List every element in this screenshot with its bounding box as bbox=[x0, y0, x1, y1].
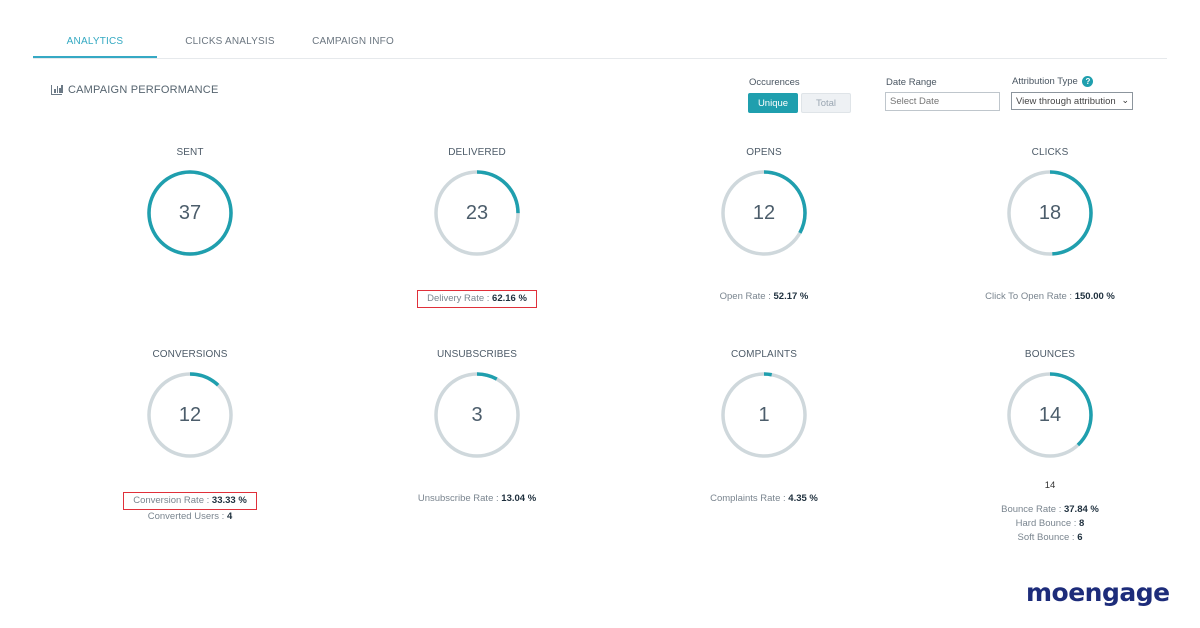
attribution-type-text: Attribution Type bbox=[1012, 76, 1078, 88]
metric-value: 12 bbox=[178, 404, 202, 426]
metric-stat: Unsubscribe Rate : 13.04 % bbox=[357, 492, 597, 506]
metric-title: COMPLAINTS bbox=[730, 349, 797, 360]
metric-value: 23 bbox=[465, 202, 489, 224]
metric-complaints: COMPLAINTS 1 Complaints Rate : 4.35 % bbox=[644, 349, 884, 506]
stat-label: Unsubscribe Rate : bbox=[417, 493, 502, 504]
metric-title: UNSUBSCRIBES bbox=[436, 349, 518, 360]
section-title-text: CAMPAIGN PERFORMANCE bbox=[68, 84, 219, 96]
stat-label: Conversion Rate : bbox=[133, 495, 212, 506]
metric-stat: Complaints Rate : 4.35 % bbox=[644, 492, 884, 506]
stat-value: 13.04 % bbox=[501, 493, 537, 504]
metric-stat: Soft Bounce : 6 bbox=[930, 531, 1170, 545]
chevron-down-icon: ⌄ bbox=[1121, 95, 1129, 106]
metric-stat: Bounce Rate : 37.84 % bbox=[930, 503, 1170, 517]
tab-campaign-info[interactable]: CAMPAIGN INFO bbox=[303, 36, 403, 47]
date-range-label: Date Range bbox=[886, 77, 937, 88]
stat-label: Complaints Rate : bbox=[710, 493, 789, 504]
total-button[interactable]: Total bbox=[801, 93, 851, 113]
highlight-box: Delivery Rate : 62.16 % bbox=[417, 290, 537, 308]
bar-chart-icon bbox=[51, 85, 63, 95]
attribution-type-label: Attribution Type ? bbox=[1012, 76, 1094, 88]
progress-ring: 14 bbox=[1006, 371, 1094, 459]
metric-stat: Delivery Rate : 62.16 % bbox=[357, 290, 597, 308]
stat-label: Hard Bounce : bbox=[1015, 518, 1080, 529]
metric-stat: Converted Users : 4 bbox=[70, 510, 310, 524]
tab-clicks-analysis[interactable]: CLICKS ANALYSIS bbox=[175, 36, 285, 47]
metric-value: 1 bbox=[758, 404, 770, 426]
metric-stat: Click To Open Rate : 150.00 % bbox=[930, 290, 1170, 304]
stat-label: Soft Bounce : bbox=[1017, 532, 1078, 543]
attribution-type-value: View through attribution bbox=[1016, 95, 1116, 107]
bounce-count: 14 bbox=[1044, 480, 1056, 491]
metric-sent: SENT 37 bbox=[70, 147, 310, 257]
stat-value: 8 bbox=[1079, 518, 1085, 529]
metric-stat: Hard Bounce : 8 bbox=[930, 517, 1170, 531]
active-tab-indicator bbox=[33, 56, 157, 58]
stat-label: Delivery Rate : bbox=[427, 293, 493, 304]
metric-value: 12 bbox=[752, 202, 776, 224]
highlight-box: Conversion Rate : 33.33 % bbox=[123, 492, 257, 510]
progress-ring: 23 bbox=[433, 169, 521, 257]
occurences-label: Occurences bbox=[749, 77, 800, 88]
metric-title: SENT bbox=[176, 147, 204, 158]
metric-stat: Conversion Rate : 33.33 % bbox=[70, 492, 310, 510]
stat-value: 4 bbox=[226, 511, 233, 522]
metric-title: DELIVERED bbox=[448, 147, 506, 158]
stat-value: 62.16 % bbox=[492, 293, 527, 304]
stat-value: 37.84 % bbox=[1063, 504, 1099, 515]
progress-ring: 12 bbox=[146, 371, 234, 459]
metric-value: 37 bbox=[178, 202, 202, 224]
help-icon[interactable]: ? bbox=[1082, 76, 1094, 87]
metric-value: 14 bbox=[1038, 404, 1062, 426]
stat-value: 4.35 % bbox=[788, 493, 818, 504]
section-title: CAMPAIGN PERFORMANCE bbox=[51, 84, 218, 96]
stat-label: Converted Users : bbox=[147, 511, 227, 522]
metric-title: CLICKS bbox=[1031, 147, 1069, 158]
metric-conversions: CONVERSIONS 12 Conversion Rate : 33.33 % Co… bbox=[70, 349, 310, 524]
stat-label: Open Rate : bbox=[719, 291, 774, 302]
date-range-input[interactable] bbox=[885, 92, 1000, 111]
progress-ring: 37 bbox=[146, 169, 234, 257]
metric-value: 18 bbox=[1038, 202, 1062, 224]
moengage-logo: moengage bbox=[1026, 578, 1170, 607]
unique-button[interactable]: Unique bbox=[748, 93, 798, 113]
progress-ring: 18 bbox=[1006, 169, 1094, 257]
metric-value: 3 bbox=[471, 404, 483, 426]
metric-bounces: BOUNCES 14 14 Bounce Rate : 37.84 % Hard Bou… bbox=[930, 349, 1170, 545]
metric-title: OPENS bbox=[746, 147, 782, 158]
progress-ring: 3 bbox=[433, 371, 521, 459]
metric-clicks: CLICKS 18 Click To Open Rate : 150.00 % bbox=[930, 147, 1170, 304]
metric-unsubscribes: UNSUBSCRIBES 3 Unsubscribe Rate : 13.04 % bbox=[357, 349, 597, 506]
metric-title: BOUNCES bbox=[1024, 349, 1076, 360]
stat-value: 52.17 % bbox=[773, 291, 809, 302]
metric-stat: Open Rate : 52.17 % bbox=[644, 290, 884, 304]
stat-value: 6 bbox=[1077, 532, 1083, 543]
attribution-type-select[interactable]: View through attribution ⌄ bbox=[1011, 92, 1133, 110]
tab-analytics[interactable]: ANALYTICS bbox=[33, 36, 157, 47]
progress-ring: 1 bbox=[720, 371, 808, 459]
stat-label: Bounce Rate : bbox=[1001, 504, 1064, 515]
metric-opens: OPENS 12 Open Rate : 52.17 % bbox=[644, 147, 884, 304]
progress-ring: 12 bbox=[720, 169, 808, 257]
metric-title: CONVERSIONS bbox=[152, 349, 228, 360]
tab-bar: ANALYTICS CLICKS ANALYSIS CAMPAIGN INFO bbox=[33, 28, 1167, 59]
metric-delivered: DELIVERED 23 Delivery Rate : 62.16 % bbox=[357, 147, 597, 308]
stat-value: 150.00 % bbox=[1074, 291, 1115, 302]
stat-value: 33.33 % bbox=[211, 495, 247, 506]
stat-label: Click To Open Rate : bbox=[985, 291, 1075, 302]
